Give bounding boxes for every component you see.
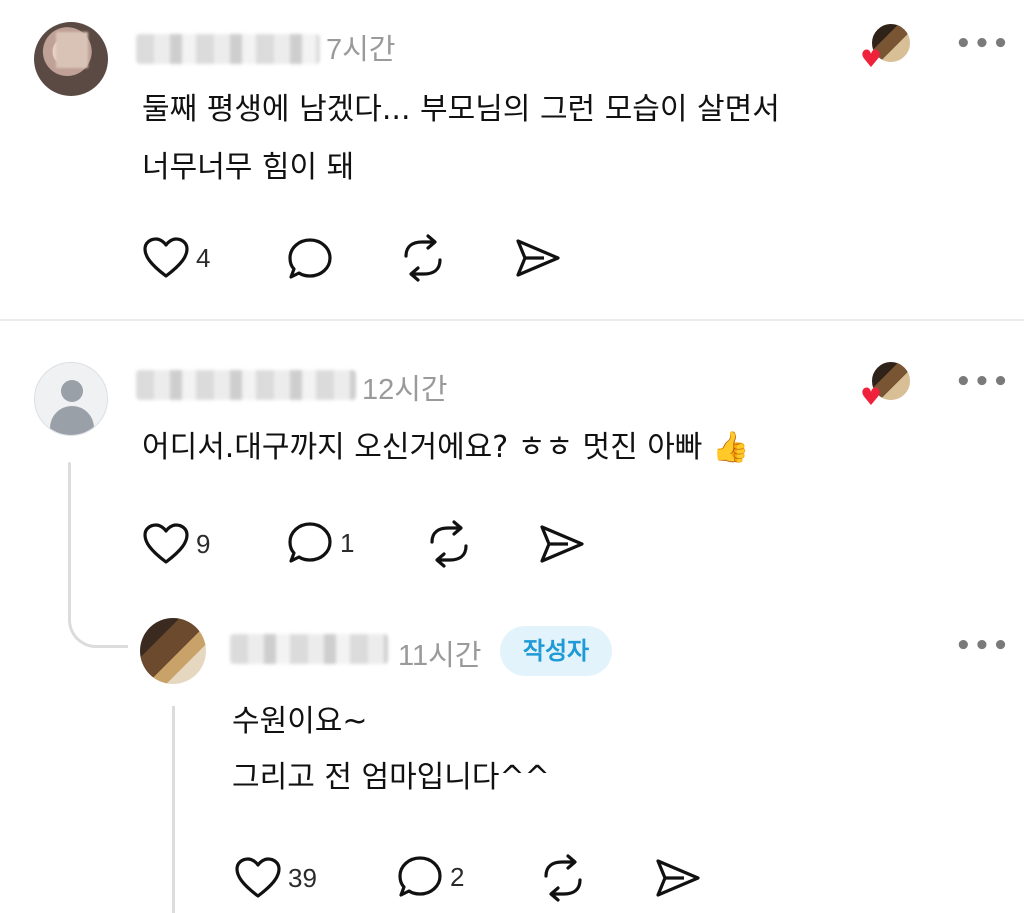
repost-button[interactable]: [424, 520, 474, 568]
like-button[interactable]: 9: [142, 522, 210, 566]
post-time: 12시간: [362, 374, 448, 406]
repost-icon: [404, 234, 442, 282]
like-count: 39: [288, 862, 317, 893]
post-text-line: 너무너무 힘이 돼: [142, 150, 355, 185]
share-button[interactable]: [514, 236, 562, 280]
thread-line: [172, 706, 175, 913]
like-count: 4: [196, 242, 211, 273]
post-text-line: 둘째 평생에 남겠다... 부모님의 그런 모습이 살면서: [142, 92, 780, 127]
default-user-avatar[interactable]: [34, 362, 108, 436]
username-blurred[interactable]: [136, 370, 356, 400]
post-time: 11시간: [398, 640, 482, 672]
like-count: 9: [196, 528, 211, 559]
heart-icon: ♥: [860, 45, 882, 73]
send-icon: [516, 239, 560, 277]
repost-button[interactable]: [398, 234, 448, 282]
more-options-button[interactable]: •••: [955, 369, 1009, 395]
comment-bubble-icon: [398, 856, 442, 897]
author-avatar[interactable]: [140, 618, 206, 684]
more-options-button[interactable]: •••: [955, 633, 1009, 659]
send-icon: [540, 525, 584, 563]
post-time: 7시간: [326, 34, 396, 66]
heart-outline-icon: [235, 857, 281, 898]
reply-button[interactable]: 1: [286, 520, 354, 566]
comment-bubble-icon: [288, 522, 332, 563]
reply-button[interactable]: [286, 236, 334, 282]
comment-bubble-icon: [288, 238, 332, 279]
share-button[interactable]: [654, 856, 702, 900]
post-text-line: 그리고 전 엄마입니다^^: [232, 760, 550, 795]
share-button[interactable]: [538, 522, 586, 566]
thread-connector: [68, 592, 128, 648]
user-avatar[interactable]: [34, 22, 108, 96]
send-icon: [656, 859, 700, 897]
heart-outline-icon: [143, 523, 189, 564]
thread-line: [68, 462, 71, 612]
post-divider: [0, 319, 1024, 321]
like-button[interactable]: 39: [234, 856, 317, 900]
author-badge: 작성자: [500, 626, 612, 676]
repost-button[interactable]: [538, 854, 588, 902]
reply-count: 2: [450, 861, 465, 892]
more-options-button[interactable]: •••: [955, 31, 1009, 57]
repost-icon: [430, 520, 468, 568]
repost-icon: [544, 854, 582, 902]
username-blurred[interactable]: [136, 34, 320, 64]
post-text-line: 어디서.대구까지 오신거에요? ㅎㅎ 멋진 아빠 👍: [142, 430, 750, 465]
like-button[interactable]: 4: [142, 236, 210, 280]
heart-outline-icon: [143, 237, 189, 278]
reply-count: 1: [340, 527, 355, 558]
heart-icon: ♥: [860, 383, 882, 411]
username-blurred[interactable]: [230, 634, 388, 664]
post-text-line: 수원이요~: [232, 704, 368, 739]
reply-button[interactable]: 2: [396, 854, 464, 900]
